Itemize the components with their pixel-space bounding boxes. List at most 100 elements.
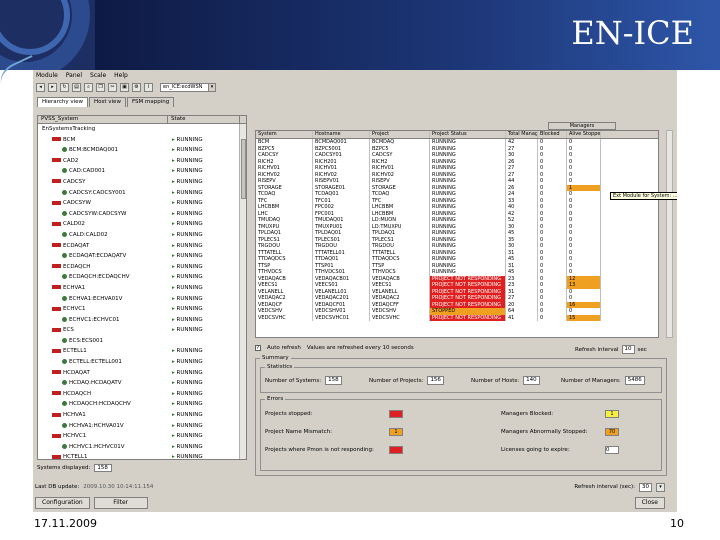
system-combo-value: en_ICE:ecdWSN: [163, 84, 203, 90]
tree-row[interactable]: ECHVA1:ECHVA01V RUNNING: [38, 294, 246, 305]
tab-hierarchy[interactable]: Hierarchy view: [37, 97, 88, 107]
tab-host[interactable]: Host view: [89, 97, 126, 107]
col-alive-stopped[interactable]: Alive Stopped: [567, 131, 601, 138]
db-refresh-input[interactable]: 30: [639, 482, 652, 492]
menu-help[interactable]: Help: [114, 72, 128, 79]
tree-node-state: RUNNING: [172, 304, 203, 314]
col-total-managers[interactable]: Total Managers: [506, 131, 538, 138]
paste-icon[interactable]: ▣: [120, 83, 129, 92]
stat-projects-value: 156: [427, 376, 444, 385]
tree-row[interactable]: ECDAQAT RUNNING: [38, 241, 246, 252]
tree-body: EnSystemsTrackingBCMRUNNINGBCM:BCMDAQ001…: [38, 124, 246, 459]
error-indicator: Projects where Pmon is not responding:: [265, 446, 403, 454]
tree-row[interactable]: ECS RUNNING: [38, 325, 246, 336]
systems-displayed-label: Systems displayed:: [37, 465, 91, 471]
tree-row[interactable]: ECDAQCH RUNNING: [38, 262, 246, 273]
search-icon[interactable]: ⌕: [84, 83, 93, 92]
status-bar: Last DB update: 2009.10.30 10:14:11.154 …: [35, 482, 675, 492]
tree-row[interactable]: HCTELL1 RUNNING: [38, 452, 246, 459]
tree-row[interactable]: HCHVC1:HCHVC01V RUNNING: [38, 442, 246, 453]
col-hostname[interactable]: Hostname: [313, 131, 370, 138]
system-tree: PVSS_System State EnSystemsTracking BCM RU…: [37, 115, 247, 460]
print-icon[interactable]: ▤: [72, 83, 81, 92]
tree-row[interactable]: CAD:CAD001 RUNNING: [38, 166, 246, 177]
errors-title: Errors: [265, 396, 286, 402]
stat-projects-label: Number of Projects:: [369, 377, 424, 384]
stat-systems: Number of Systems: 158: [265, 376, 342, 385]
tree-node-state: RUNNING: [172, 219, 203, 229]
tree-row[interactable]: HCDAQAT RUNNING: [38, 368, 246, 379]
system-icon: [52, 327, 61, 332]
tree-row[interactable]: HCDAQCH:HCDAQCHV RUNNING: [38, 399, 246, 410]
tree-row[interactable]: ECS:ECS001: [38, 336, 246, 347]
tree-row[interactable]: HCDAQ:HCDAQATV RUNNING: [38, 378, 246, 389]
tree-row[interactable]: HCDAQCH RUNNING: [38, 389, 246, 400]
menu-scale[interactable]: Scale: [90, 72, 106, 79]
system-icon: [52, 370, 61, 375]
tree-row[interactable]: ECDAQCH:ECDAQCHV RUNNING: [38, 272, 246, 283]
grid-scrollbar[interactable]: [666, 130, 673, 338]
tree-node-state: RUNNING: [172, 209, 203, 219]
tree-col-system[interactable]: PVSS_System: [38, 116, 168, 123]
col-blocked[interactable]: Blocked: [538, 131, 567, 138]
tree-row[interactable]: CADCSYW RUNNING: [38, 198, 246, 209]
table-row[interactable]: VEDCSVHC VEDCSVHC01 VEDCSVHC PROJECT NOT RE…: [256, 314, 658, 321]
tree-scroll-thumb[interactable]: [241, 139, 246, 199]
tree-node: EnSystemsTracking: [42, 124, 95, 134]
system-icon: [52, 221, 61, 226]
col-project[interactable]: Project: [370, 131, 430, 138]
tab-fsm[interactable]: FSM mapping: [126, 97, 175, 107]
tree-node: CADCSYW:CADCSYW: [62, 209, 126, 219]
system-combo[interactable]: en_ICE:ecdWSN ▾: [160, 83, 216, 92]
tree-row[interactable]: HCHVA1:HCHVA01V RUNNING: [38, 421, 246, 432]
filter-button[interactable]: Filter: [93, 497, 148, 509]
back-icon[interactable]: ◂: [36, 83, 45, 92]
tree-row[interactable]: ECTELL:ECTELL001 RUNNING: [38, 357, 246, 368]
tree-node-label: CADCSY: [63, 178, 86, 185]
tree-row[interactable]: BCM:BCMDAQ001 RUNNING: [38, 145, 246, 156]
settings-icon[interactable]: ⚙: [132, 83, 141, 92]
tree-row[interactable]: CADCSY RUNNING: [38, 177, 246, 188]
slide-title: EN-ICE: [571, 14, 694, 52]
tree-row[interactable]: BCM RUNNING: [38, 135, 246, 146]
tree-node-label: ECDAQCH:ECDAQCHV: [69, 274, 130, 281]
forward-icon[interactable]: ▸: [48, 83, 57, 92]
tree-row[interactable]: ECHVC1 RUNNING: [38, 304, 246, 315]
system-icon: [52, 348, 61, 353]
tree-row[interactable]: ECHVA1 RUNNING: [38, 283, 246, 294]
tree-node-label: HCHVA1: [63, 412, 86, 419]
tree-node-label: ECS: [63, 327, 74, 334]
auto-refresh-checkbox[interactable]: ✓: [255, 345, 261, 351]
refresh-interval-unit: sec: [637, 346, 647, 353]
chevron-down-icon[interactable]: ▾: [656, 482, 665, 492]
tree-row[interactable]: ECTELL1 RUNNING: [38, 346, 246, 357]
tree-row[interactable]: EnSystemsTracking: [38, 124, 246, 135]
stat-systems-label: Number of Systems:: [265, 377, 322, 384]
info-icon[interactable]: i: [144, 83, 153, 92]
tree-row[interactable]: HCHVA1 RUNNING: [38, 410, 246, 421]
tree-node: HCHVA1: [52, 410, 86, 420]
tree-row[interactable]: CAD2 RUNNING: [38, 156, 246, 167]
cut-icon[interactable]: ✂: [108, 83, 117, 92]
close-button[interactable]: Close: [634, 497, 665, 509]
tree-node: HCDAQCH:HCDAQCHV: [62, 399, 131, 409]
chevron-down-icon[interactable]: ▾: [208, 84, 215, 91]
tree-row[interactable]: CADCSYW:CADCSYW RUNNING: [38, 209, 246, 220]
tree-col-state[interactable]: State: [168, 116, 240, 123]
copy-icon[interactable]: ❐: [96, 83, 105, 92]
tree-row[interactable]: CADCSY:CADCSY001 RUNNING: [38, 188, 246, 199]
refresh-interval-input[interactable]: 10: [621, 345, 635, 354]
tree-row[interactable]: HCHVC1 RUNNING: [38, 431, 246, 442]
refresh-icon[interactable]: ↻: [60, 83, 69, 92]
menu-panel[interactable]: Panel: [66, 72, 82, 79]
col-system[interactable]: System: [256, 131, 313, 138]
tree-row[interactable]: CALD:CALD02 RUNNING: [38, 230, 246, 241]
tree-row[interactable]: CALD02 RUNNING: [38, 219, 246, 230]
col-project-status[interactable]: Project Status: [430, 131, 506, 138]
tree-row[interactable]: ECDAQAT:ECDAQATV RUNNING: [38, 251, 246, 262]
tree-scrollbar[interactable]: [239, 124, 246, 459]
configuration-button[interactable]: Configuration: [35, 497, 90, 509]
tree-row[interactable]: ECHVC1:ECHVC01 RUNNING: [38, 315, 246, 326]
menu-module[interactable]: Module: [36, 72, 58, 79]
last-update-label: Last DB update:: [35, 484, 80, 490]
